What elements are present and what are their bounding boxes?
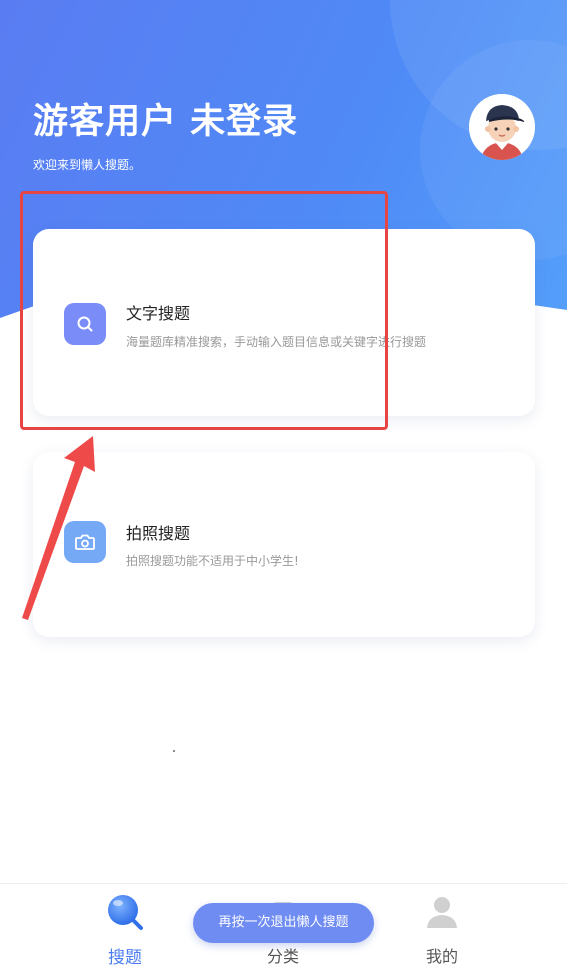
welcome-text: 欢迎来到懒人搜题。 bbox=[33, 158, 142, 172]
tab-label: 分类 bbox=[266, 947, 299, 966]
tab-profile[interactable]: 我的 bbox=[397, 884, 487, 971]
page-title: 游客用户 未登录 bbox=[33, 102, 299, 142]
search-tab-icon bbox=[108, 895, 143, 930]
highlight-box bbox=[20, 191, 388, 430]
exit-toast: 再按一次退出懒人搜题 bbox=[193, 903, 374, 943]
decor-dot bbox=[173, 750, 175, 752]
tab-search[interactable]: 搜题 bbox=[80, 884, 170, 971]
camera-icon bbox=[64, 521, 106, 563]
avatar-icon bbox=[469, 94, 535, 160]
card-description: 拍照搜题功能不适用于中小学生! bbox=[126, 554, 299, 568]
avatar[interactable] bbox=[469, 94, 535, 160]
tab-label: 我的 bbox=[425, 947, 458, 966]
card-title: 拍照搜题 bbox=[126, 524, 191, 543]
photo-search-card[interactable]: 拍照搜题 拍照搜题功能不适用于中小学生! bbox=[33, 452, 535, 637]
tab-label: 搜题 bbox=[108, 948, 142, 968]
profile-icon bbox=[427, 897, 457, 928]
